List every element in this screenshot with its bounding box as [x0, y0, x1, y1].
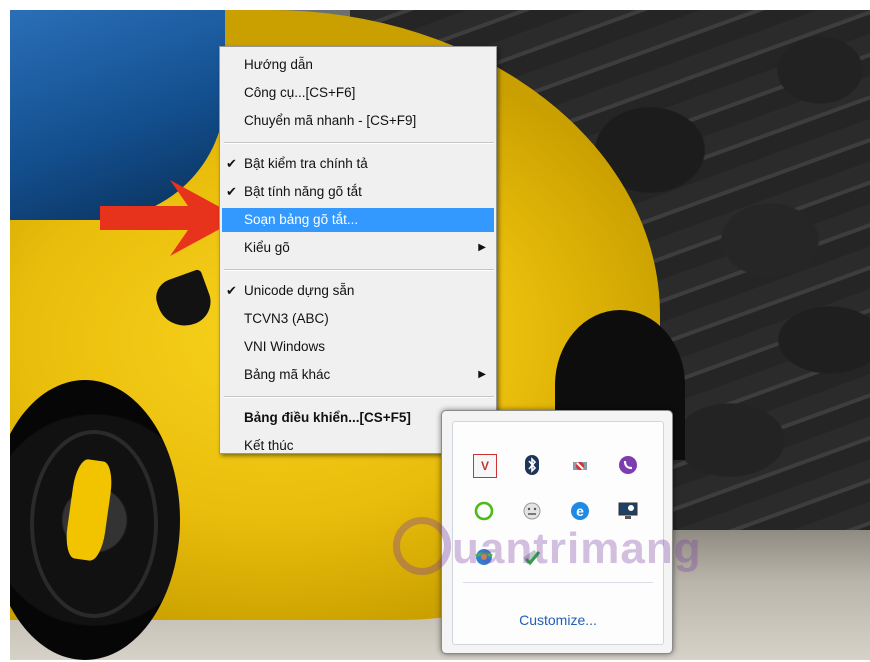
menu-item-label: Kết thúc: [244, 438, 294, 453]
menu-item-bang-ma-khac[interactable]: Bảng mã khác ▶: [220, 361, 496, 389]
network-icon[interactable]: [569, 454, 591, 476]
checkmark-icon: ✔: [226, 184, 237, 199]
context-menu: Hướng dẫn Công cụ...[CS+F6] Chuyển mã nh…: [219, 46, 497, 454]
submenu-arrow-icon: ▶: [478, 242, 486, 253]
menu-item-label: Chuyển mã nhanh - [CS+F9]: [244, 113, 417, 128]
menu-item-label: Bảng điều khiển...[CS+F5]: [244, 410, 411, 425]
submenu-arrow-icon: ▶: [478, 369, 486, 380]
customize-link[interactable]: Customize...: [453, 612, 663, 628]
menu-item-label: Bảng mã khác: [244, 367, 331, 382]
menu-item-label: VNI Windows: [244, 339, 326, 354]
menu-item-vni-windows[interactable]: VNI Windows: [220, 333, 496, 361]
menu-item-kieu-go[interactable]: Kiểu gõ ▶: [220, 234, 496, 262]
menu-item-label: TCVN3 (ABC): [244, 311, 329, 326]
checkmark-icon: ✔: [226, 283, 237, 298]
checkmark-icon: ✔: [226, 156, 237, 171]
svg-text:e: e: [576, 503, 584, 519]
smiley-icon[interactable]: [521, 500, 543, 522]
menu-item-chuyen-ma-nhanh[interactable]: Chuyển mã nhanh - [CS+F9]: [220, 107, 496, 135]
unikey-icon[interactable]: V: [473, 454, 497, 478]
watermark-logo: [393, 517, 451, 575]
menu-item-label: Bật kiểm tra chính tả: [244, 156, 368, 171]
menu-item-label: Kiểu gõ: [244, 240, 290, 255]
menu-item-go-tat[interactable]: ✔ Bật tính năng gõ tắt: [220, 178, 496, 206]
bluetooth-icon[interactable]: [521, 454, 543, 476]
watermark-text: uantrimang: [452, 524, 702, 573]
menu-separator: [224, 142, 494, 144]
menu-item-label: Unicode dựng sẵn: [244, 283, 355, 298]
menu-item-label: Hướng dẫn: [244, 57, 313, 72]
menu-separator: [224, 396, 494, 398]
monitor-icon[interactable]: [617, 500, 639, 522]
menu-item-soan-bang-go-tat[interactable]: Soạn bảng gõ tắt...: [222, 208, 494, 232]
ie-icon[interactable]: e: [569, 500, 591, 522]
menu-item-tcvn3[interactable]: TCVN3 (ABC): [220, 305, 496, 333]
menu-item-cong-cu[interactable]: Công cụ...[CS+F6]: [220, 79, 496, 107]
menu-item-huong-dan[interactable]: Hướng dẫn: [220, 51, 496, 79]
green-app-icon[interactable]: [473, 500, 495, 522]
menu-item-kiem-tra-chinh-ta[interactable]: ✔ Bật kiểm tra chính tả: [220, 150, 496, 178]
menu-item-label: Soạn bảng gõ tắt...: [244, 212, 359, 227]
menu-item-unicode-dung-san[interactable]: ✔ Unicode dựng sẵn: [220, 277, 496, 305]
viber-icon[interactable]: [617, 454, 639, 476]
menu-separator: [224, 269, 494, 271]
menu-item-label: Bật tính năng gõ tắt: [244, 184, 362, 199]
tray-divider: [463, 582, 653, 583]
menu-item-label: Công cụ...[CS+F6]: [244, 85, 356, 100]
